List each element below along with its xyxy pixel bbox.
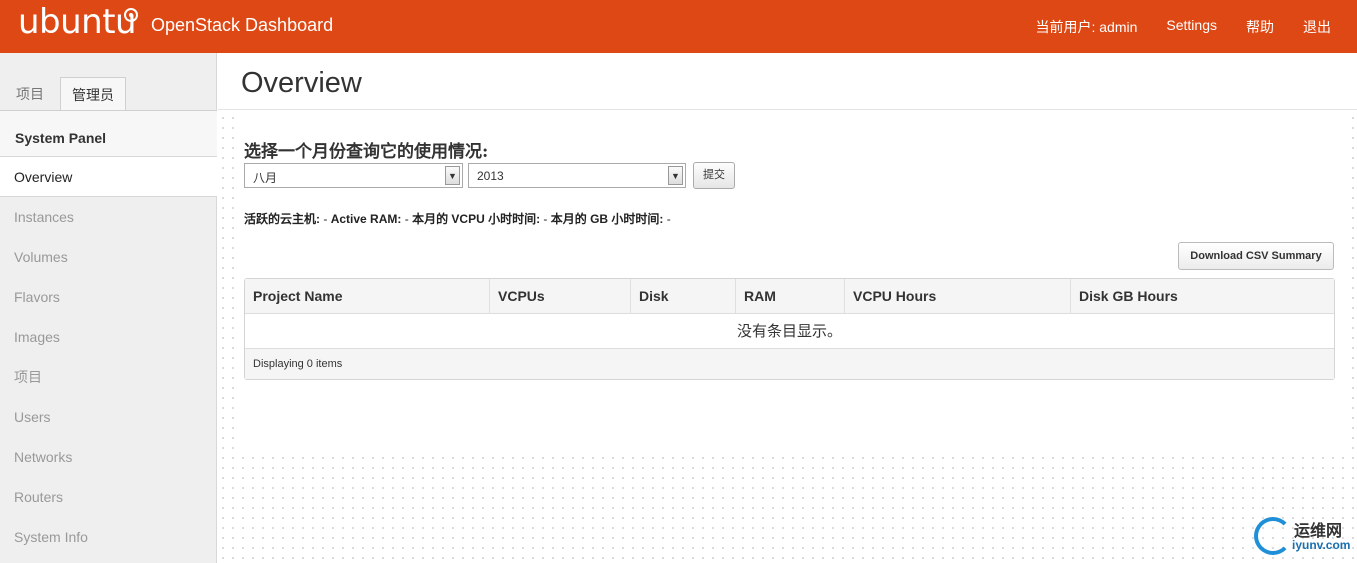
sidebar-item-users[interactable]: Users xyxy=(0,397,217,437)
current-user-link[interactable]: 当前用户: admin xyxy=(1035,17,1137,37)
sidebar-item-overview[interactable]: Overview xyxy=(0,157,217,197)
usage-table: Project Name VCPUs Disk RAM VCPU Hours D… xyxy=(244,278,1335,380)
sidebar: 项目 管理员 System Panel Overview Instances V… xyxy=(0,53,217,563)
sidebar-item-images[interactable]: Images xyxy=(0,317,217,357)
month-select[interactable]: 八月 ▼ xyxy=(244,163,463,188)
column-header-vcpus[interactable]: VCPUs xyxy=(490,279,631,313)
date-form-label: 选择一个月份查询它的使用情况: xyxy=(244,142,489,162)
page-title: Overview xyxy=(241,67,362,99)
main-area: Overview 选择一个月份查询它的使用情况: 八月 ▼ 2013 ▼ 提交 … xyxy=(218,53,1357,563)
active-ram-label: Active RAM: xyxy=(330,212,402,226)
sidebar-item-networks[interactable]: Networks xyxy=(0,437,217,477)
vcpu-hours-value: - xyxy=(543,212,548,226)
page-header: Overview xyxy=(218,53,1357,110)
chevron-down-icon[interactable]: ▼ xyxy=(445,166,460,185)
table-header: Project Name VCPUs Disk RAM VCPU Hours D… xyxy=(245,279,1334,314)
sidebar-item-projects[interactable]: 项目 xyxy=(0,357,217,397)
usage-summary: 活跃的云主机: - Active RAM: - 本月的 VCPU 小时时间: -… xyxy=(244,210,671,227)
top-bar: ubuntu OpenStack Dashboard 当前用户: admin S… xyxy=(0,0,1357,53)
sidebar-item-instances[interactable]: Instances xyxy=(0,197,217,237)
chevron-down-icon[interactable]: ▼ xyxy=(668,166,683,185)
column-header-vcpu-hours[interactable]: VCPU Hours xyxy=(845,279,1071,313)
active-ram-value: - xyxy=(404,212,409,226)
app-title[interactable]: OpenStack Dashboard xyxy=(151,15,333,36)
watermark-en: iyunv.com xyxy=(1292,538,1351,552)
active-instances-value: - xyxy=(323,212,328,226)
sidebar-item-routers[interactable]: Routers xyxy=(0,477,217,517)
sidebar-item-volumes[interactable]: Volumes xyxy=(0,237,217,277)
vcpu-hours-label: 本月的 VCPU 小时时间: xyxy=(412,212,541,226)
download-csv-button[interactable]: Download CSV Summary xyxy=(1178,242,1334,270)
column-header-ram[interactable]: RAM xyxy=(736,279,845,313)
tab-project[interactable]: 项目 xyxy=(5,77,55,111)
table-footer: Displaying 0 items xyxy=(245,349,1334,379)
panel-title: System Panel xyxy=(0,111,217,157)
year-select[interactable]: 2013 ▼ xyxy=(468,163,686,188)
help-link[interactable]: 帮助 xyxy=(1246,17,1274,37)
top-nav: 当前用户: admin Settings 帮助 退出 xyxy=(1035,17,1331,37)
active-instances-label: 活跃的云主机: xyxy=(244,212,320,226)
sidebar-item-flavors[interactable]: Flavors xyxy=(0,277,217,317)
column-header-project-name[interactable]: Project Name xyxy=(245,279,490,313)
tab-admin[interactable]: 管理员 xyxy=(60,77,126,112)
empty-message: 没有条目显示。 xyxy=(245,314,1334,349)
sidebar-nav: Overview Instances Volumes Flavors Image… xyxy=(0,157,217,557)
watermark: 运维网 iyunv.com xyxy=(1252,515,1352,557)
column-header-disk[interactable]: Disk xyxy=(631,279,736,313)
logout-link[interactable]: 退出 xyxy=(1303,17,1331,37)
year-select-value: 2013 xyxy=(477,169,504,183)
column-header-disk-gb-hours[interactable]: Disk GB Hours xyxy=(1071,279,1334,313)
settings-link[interactable]: Settings xyxy=(1166,17,1217,37)
sidebar-item-system-info[interactable]: System Info xyxy=(0,517,217,557)
watermark-swirl-icon xyxy=(1254,517,1292,555)
gb-hours-value: - xyxy=(666,212,671,226)
ubuntu-logo[interactable]: ubuntu xyxy=(18,2,137,42)
ubuntu-circle-icon xyxy=(124,8,138,22)
gb-hours-label: 本月的 GB 小时时间: xyxy=(550,212,664,226)
month-select-value: 八月 xyxy=(253,171,278,185)
dashboard-tabs: 项目 管理员 xyxy=(0,77,217,112)
submit-button[interactable]: 提交 xyxy=(693,162,735,189)
content-panel: 选择一个月份查询它的使用情况: 八月 ▼ 2013 ▼ 提交 活跃的云主机: -… xyxy=(236,111,1347,451)
